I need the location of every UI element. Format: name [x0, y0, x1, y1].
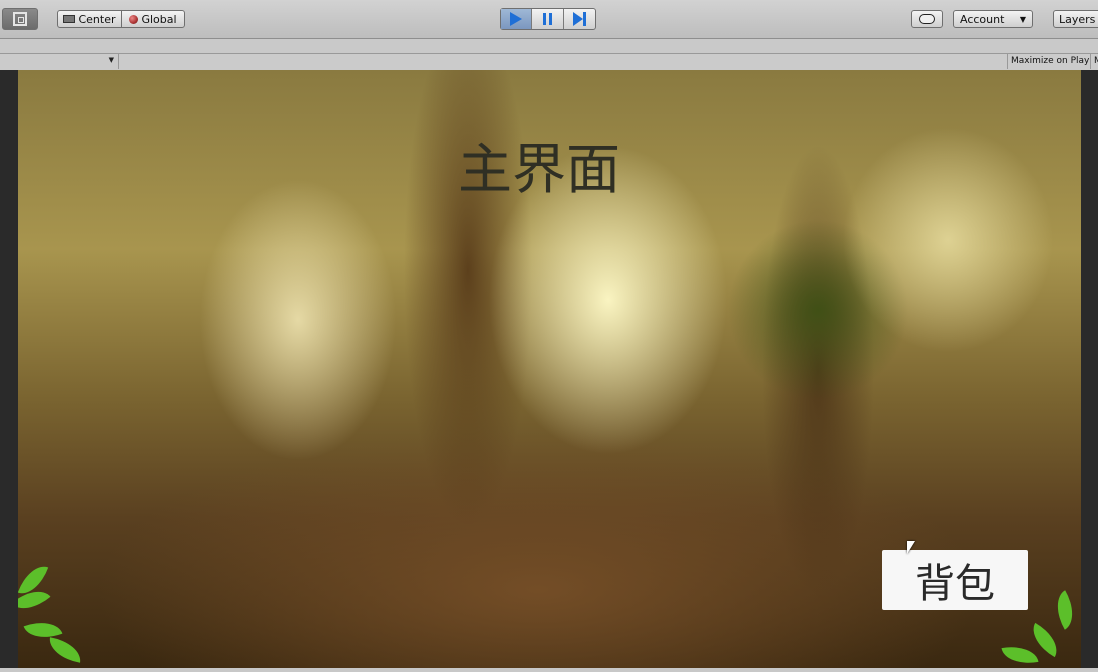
step-button[interactable]	[564, 9, 595, 29]
pivot-center-label: Center	[78, 12, 116, 26]
rect-tool-button[interactable]	[2, 8, 38, 30]
layers-dropdown[interactable]: Layers	[1053, 10, 1098, 28]
cloud-icon	[919, 14, 935, 24]
leaf-decoration	[46, 637, 84, 663]
play-button[interactable]	[501, 9, 533, 29]
game-view-letterbox-right	[1081, 70, 1098, 668]
cloud-button[interactable]	[911, 10, 943, 28]
maximize-on-play-toggle[interactable]: Maximize on Play	[1007, 54, 1092, 69]
playback-controls	[500, 8, 596, 30]
pivot-toggle-group: Center Global	[57, 10, 185, 28]
leaf-decoration	[1001, 642, 1039, 668]
account-label: Account	[960, 12, 1005, 26]
game-view-toolbar: ▼ Maximize on Play M	[0, 54, 1098, 71]
game-view: 主界面 背包	[18, 70, 1081, 668]
step-icon	[572, 12, 586, 26]
bag-button[interactable]: 背包	[882, 550, 1028, 610]
pivot-center-button[interactable]: Center	[58, 11, 122, 27]
play-icon	[510, 12, 523, 26]
pause-button[interactable]	[532, 9, 564, 29]
leaf-decoration	[1047, 590, 1081, 630]
pivot-global-button[interactable]: Global	[122, 11, 184, 27]
bottom-border	[0, 668, 1098, 672]
pause-icon	[543, 13, 553, 25]
account-dropdown[interactable]: Account ▼	[953, 10, 1033, 28]
tab-strip	[0, 39, 1098, 54]
global-icon	[129, 14, 139, 24]
chevron-down-icon: ▼	[1019, 14, 1026, 24]
chevron-down-icon: ▼	[108, 56, 114, 64]
layers-label: Layers	[1059, 12, 1096, 26]
cursor-icon	[907, 541, 915, 554]
game-view-letterbox-left	[0, 70, 18, 668]
unity-toolbar: Center Global Account ▼ Layers	[0, 0, 1098, 39]
pivot-global-label: Global	[141, 12, 177, 26]
mute-audio-toggle[interactable]: M	[1090, 54, 1098, 69]
main-menu-title: 主界面	[458, 138, 620, 201]
display-dropdown[interactable]: ▼	[0, 54, 119, 69]
rect-tool-icon	[13, 12, 27, 26]
pivot-center-icon	[63, 15, 76, 23]
